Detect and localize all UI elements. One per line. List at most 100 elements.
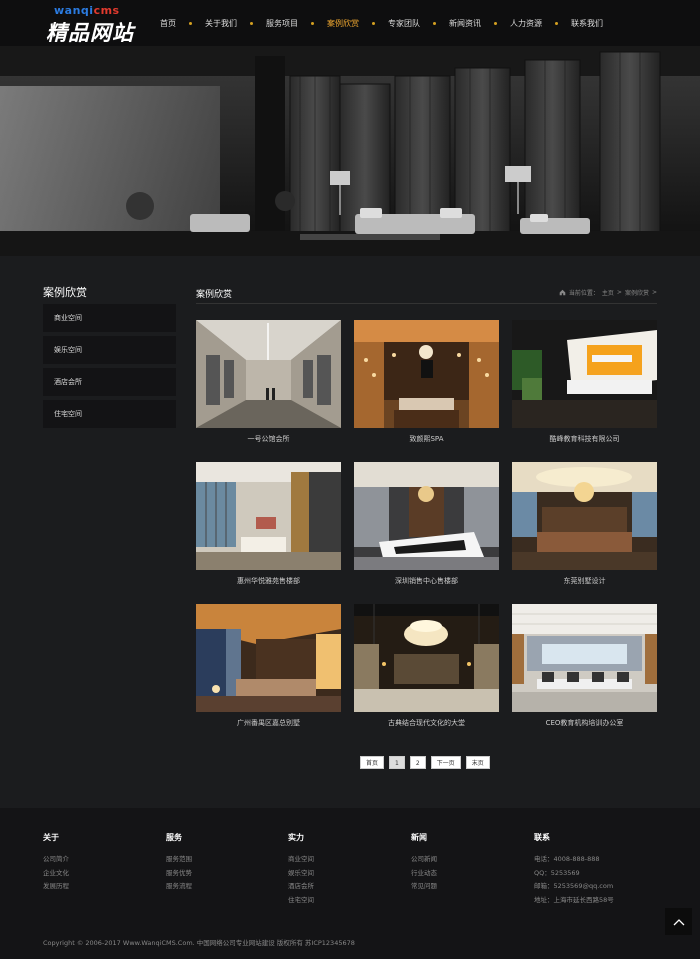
case-card[interactable]: 一号公馆会所 bbox=[196, 320, 341, 444]
case-caption[interactable]: 致颜熙SPA bbox=[354, 434, 499, 444]
case-caption[interactable]: CEO教育机构培训办公室 bbox=[512, 718, 657, 728]
site-logo[interactable]: wanqicms 精品网站 bbox=[46, 4, 146, 45]
spa-room-photo[interactable] bbox=[354, 320, 499, 428]
case-card[interactable]: 酷峰教育科技有限公司 bbox=[512, 320, 657, 444]
case-caption[interactable]: 广州番禺区嘉总别墅 bbox=[196, 718, 341, 728]
case-card[interactable]: CEO教育机构培训办公室 bbox=[512, 604, 657, 728]
footer-link[interactable]: 公司简介 bbox=[43, 853, 69, 867]
sidebar-item-commercial[interactable]: 商业空间 bbox=[43, 304, 176, 332]
breadcrumb: 当前位置： 主页 > 案例欣赏 > bbox=[559, 288, 657, 297]
nav-contact[interactable]: 联系我们 bbox=[571, 0, 603, 46]
nav-experts[interactable]: 专家团队 bbox=[388, 0, 420, 46]
case-caption[interactable]: 惠州华悦雅苑售楼部 bbox=[196, 576, 341, 586]
logo-title: 精品网站 bbox=[46, 20, 134, 45]
breadcrumb-separator: > bbox=[616, 289, 622, 296]
pager-page-2[interactable]: 2 bbox=[409, 756, 426, 769]
nav-separator-dot bbox=[433, 21, 436, 25]
nav-separator-dot bbox=[250, 21, 253, 25]
case-card[interactable]: 惠州华悦雅苑售楼部 bbox=[196, 462, 341, 586]
footer-link[interactable]: 住宅空间 bbox=[288, 894, 314, 908]
site-footer: 关于 公司简介 企业文化 发展历程 服务 服务范围 服务优势 服务流程 实力 商… bbox=[0, 808, 700, 959]
nav-separator-dot bbox=[494, 21, 497, 25]
pager-first-button[interactable]: 首页 bbox=[360, 756, 385, 769]
case-card[interactable]: 致颜熙SPA bbox=[354, 320, 499, 444]
footer-col-title: 实力 bbox=[288, 833, 304, 842]
case-card[interactable]: 古典结合现代文化的大堂 bbox=[354, 604, 499, 728]
footer-link[interactable]: 公司新闻 bbox=[411, 853, 437, 867]
logo-brand-text: wanqicms bbox=[54, 4, 120, 17]
divider bbox=[196, 303, 657, 304]
villa-living-photo[interactable] bbox=[512, 462, 657, 570]
footer-col-title: 联系 bbox=[534, 833, 550, 842]
breadcrumb-separator: > bbox=[651, 289, 657, 296]
footer-col-title: 服务 bbox=[166, 833, 182, 842]
case-caption[interactable]: 一号公馆会所 bbox=[196, 434, 341, 444]
copyright-text: Copyright © 2006-2017 Www.WanqiCMS.Com. … bbox=[43, 939, 355, 947]
footer-contact-phone: 电话：4008-888-888 bbox=[534, 855, 600, 863]
case-caption[interactable]: 古典结合现代文化的大堂 bbox=[354, 718, 499, 728]
footer-col-strength: 实力 商业空间 娱乐空间 酒店会所 住宅空间 bbox=[288, 832, 314, 907]
footer-col-service: 服务 服务范围 服务优势 服务流程 bbox=[166, 832, 192, 894]
sales-center-photo[interactable] bbox=[354, 462, 499, 570]
nav-cases[interactable]: 案例欣赏 bbox=[327, 0, 359, 46]
site-header: wanqicms 精品网站 首页 关于我们 服务项目 案例欣赏 专家团队 新闻资… bbox=[0, 0, 700, 46]
sidebar-item-entertainment[interactable]: 娱乐空间 bbox=[43, 336, 176, 364]
case-card[interactable]: 深圳销售中心售楼部 bbox=[354, 462, 499, 586]
nav-separator-dot bbox=[555, 21, 558, 25]
footer-link[interactable]: 服务流程 bbox=[166, 880, 192, 894]
breadcrumb-home-link[interactable]: 主页 bbox=[602, 288, 614, 297]
nav-services[interactable]: 服务项目 bbox=[266, 0, 298, 46]
pager-last-button[interactable]: 末页 bbox=[465, 756, 490, 769]
footer-col-title: 关于 bbox=[43, 833, 59, 842]
footer-col-about: 关于 公司简介 企业文化 发展历程 bbox=[43, 832, 69, 894]
footer-col-title: 新闻 bbox=[411, 833, 427, 842]
footer-link[interactable]: 行业动态 bbox=[411, 867, 437, 881]
nav-hr[interactable]: 人力资源 bbox=[510, 0, 542, 46]
footer-link[interactable]: 发展历程 bbox=[43, 880, 69, 894]
nav-home[interactable]: 首页 bbox=[160, 0, 176, 46]
sidebar-item-hotel[interactable]: 酒店会所 bbox=[43, 368, 176, 396]
footer-link[interactable]: 商业空间 bbox=[288, 853, 314, 867]
sidebar-item-residential[interactable]: 住宅空间 bbox=[43, 400, 176, 428]
footer-link[interactable]: 服务范围 bbox=[166, 853, 192, 867]
chevron-up-icon bbox=[673, 918, 684, 925]
footer-col-contact: 联系 电话：4008-888-888 QQ：5253569 邮箱：5253569… bbox=[534, 832, 614, 907]
nav-separator-dot bbox=[189, 21, 192, 25]
footer-contact-email: 邮箱：5253569@qq.com bbox=[534, 882, 614, 890]
case-card[interactable]: 广州番禺区嘉总别墅 bbox=[196, 604, 341, 728]
sales-lounge-photo[interactable] bbox=[196, 462, 341, 570]
footer-link[interactable]: 酒店会所 bbox=[288, 880, 314, 894]
nav-separator-dot bbox=[311, 21, 314, 25]
nav-news[interactable]: 新闻资讯 bbox=[449, 0, 481, 46]
footer-col-news: 新闻 公司新闻 行业动态 常见问题 bbox=[411, 832, 437, 894]
nav-about[interactable]: 关于我们 bbox=[205, 0, 237, 46]
elevator-lobby-photo[interactable] bbox=[196, 320, 341, 428]
home-icon bbox=[559, 289, 566, 296]
breadcrumb-prefix: 当前位置： bbox=[568, 290, 599, 297]
case-caption[interactable]: 酷峰教育科技有限公司 bbox=[512, 434, 657, 444]
footer-link[interactable]: 常见问题 bbox=[411, 880, 437, 894]
footer-contact-qq: QQ：5253569 bbox=[534, 868, 580, 877]
footer-link[interactable]: 企业文化 bbox=[43, 867, 69, 881]
case-card[interactable]: 东莞别墅设计 bbox=[512, 462, 657, 586]
office-reception-photo[interactable] bbox=[512, 320, 657, 428]
footer-link[interactable]: 服务优势 bbox=[166, 867, 192, 881]
case-caption[interactable]: 深圳销售中心售楼部 bbox=[354, 576, 499, 586]
hotel-lobby-photo[interactable] bbox=[354, 604, 499, 712]
back-to-top-button[interactable] bbox=[665, 908, 692, 935]
meeting-room-photo[interactable] bbox=[512, 604, 657, 712]
sidebar-menu: 商业空间 娱乐空间 酒店会所 住宅空间 bbox=[43, 304, 176, 432]
villa-hall-photo[interactable] bbox=[196, 604, 341, 712]
case-caption[interactable]: 东莞别墅设计 bbox=[512, 576, 657, 586]
footer-contact-address: 地址：上海市延长西路58号 bbox=[534, 895, 614, 904]
pagination: 首页 1 2 下一页 末页 bbox=[360, 756, 490, 769]
pager-next-button[interactable]: 下一页 bbox=[430, 756, 461, 769]
page-title: 案例欣赏 bbox=[196, 290, 233, 300]
nav-separator-dot bbox=[372, 21, 375, 25]
footer-link[interactable]: 娱乐空间 bbox=[288, 867, 314, 881]
hero-banner-image bbox=[0, 46, 700, 256]
breadcrumb-current: 案例欣赏 bbox=[624, 290, 649, 297]
main-nav: 首页 关于我们 服务项目 案例欣赏 专家团队 新闻资讯 人力资源 联系我们 bbox=[160, 0, 603, 46]
pager-page-1[interactable]: 1 bbox=[389, 756, 405, 769]
sidebar-title: 案例欣赏 bbox=[43, 286, 87, 299]
